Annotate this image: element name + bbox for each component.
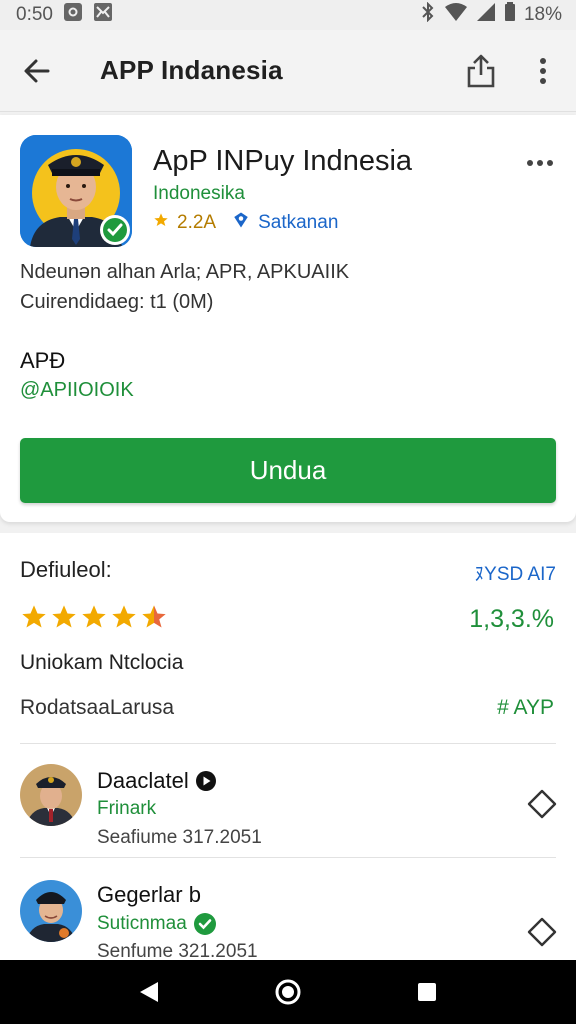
app-name: ApP INPuy Indnesia bbox=[153, 145, 413, 177]
battery-icon bbox=[504, 2, 516, 28]
wifi-icon bbox=[444, 2, 468, 28]
ratings-section: Defiuleol: ﾇYSD AI7 1,3,3.% Uniokam Ntcl… bbox=[0, 533, 576, 962]
item-name-text: Gegerlar b bbox=[97, 882, 201, 907]
page-title: APP Indanesia bbox=[100, 55, 283, 85]
item-action-button[interactable] bbox=[522, 784, 562, 824]
apk-title: APĐ bbox=[20, 348, 66, 373]
star-icon bbox=[112, 605, 136, 628]
divider bbox=[20, 743, 556, 744]
nav-home-button[interactable] bbox=[258, 962, 318, 1022]
signal-icon bbox=[476, 2, 496, 28]
officer-portrait-icon bbox=[20, 135, 132, 247]
avatar bbox=[20, 880, 82, 942]
verified-badge-icon bbox=[232, 211, 250, 235]
verified-label[interactable]: Satkanan bbox=[258, 212, 338, 234]
more-vert-icon bbox=[540, 58, 546, 84]
rating-value: 2.2A bbox=[177, 212, 217, 233]
star-icon bbox=[82, 605, 106, 628]
square-recents-icon bbox=[417, 983, 436, 1001]
app-developer-link[interactable]: Indonesika bbox=[153, 183, 245, 205]
item-status-text: Suticnmaa bbox=[97, 913, 187, 934]
share-button[interactable] bbox=[460, 48, 502, 94]
star-icon bbox=[153, 212, 169, 234]
divider bbox=[20, 857, 556, 858]
section-link[interactable]: ﾇYSD AI7 bbox=[475, 559, 556, 586]
bluetooth-icon bbox=[420, 1, 436, 28]
section-title: Defiuleol: bbox=[20, 557, 112, 582]
status-bar: 0:50 18% bbox=[0, 0, 576, 30]
arrow-back-icon bbox=[24, 59, 50, 82]
nav-back-button[interactable] bbox=[119, 962, 179, 1022]
circle-home-icon bbox=[275, 979, 301, 1005]
list-item[interactable]: Gegerlar b Suticnmaa Senfume 321.2051 bbox=[0, 862, 576, 972]
item-name: Daaclatel bbox=[97, 768, 217, 794]
half-star-icon bbox=[142, 605, 166, 628]
item-date: Seafiume 317.2051 bbox=[97, 827, 262, 848]
app-bar: APP Indanesia bbox=[0, 30, 576, 112]
app-info-card: ApP INPuy Indnesia Indonesika 2.2A Satka… bbox=[0, 115, 576, 522]
item-name-text: Daaclatel bbox=[97, 768, 189, 793]
more-horiz-icon bbox=[527, 160, 553, 166]
item-status: Frinark bbox=[97, 798, 157, 819]
triangle-back-icon bbox=[140, 982, 159, 1002]
card-more-button[interactable] bbox=[520, 151, 560, 175]
app-icon[interactable] bbox=[20, 135, 132, 247]
verified-check-icon bbox=[193, 913, 216, 935]
camera-notification-icon bbox=[63, 2, 83, 28]
list-item[interactable]: Daaclatel Frinark Seafiume 317.2051 bbox=[0, 748, 576, 858]
battery-level: 18% bbox=[523, 4, 562, 25]
share-icon bbox=[467, 54, 495, 88]
item-action-button[interactable] bbox=[522, 912, 562, 952]
rating-percent: 1,3,3.% bbox=[469, 605, 554, 633]
ratings-row-value[interactable]: # AYP bbox=[497, 696, 554, 720]
play-badge-icon bbox=[195, 771, 216, 791]
star-rating bbox=[20, 603, 168, 631]
star-icon bbox=[52, 605, 76, 628]
ratings-subtitle: Uniokam Ntclocia bbox=[20, 651, 184, 674]
diamond-icon bbox=[527, 789, 557, 819]
nav-recents-button[interactable] bbox=[397, 962, 457, 1022]
diamond-icon bbox=[527, 917, 557, 947]
item-name: Gegerlar b bbox=[97, 882, 201, 908]
ratings-row-label: RodatsaaLarusa bbox=[20, 696, 175, 719]
download-button[interactable]: Undua bbox=[20, 438, 556, 503]
apk-handle-link[interactable]: @APIIOIOIK bbox=[20, 379, 134, 402]
mail-notification-icon bbox=[93, 2, 113, 28]
star-icon bbox=[22, 605, 46, 628]
navigation-bar bbox=[0, 960, 576, 1024]
description-line-1: Ndeunən alhan Arla; APR, APKUAIIK bbox=[20, 261, 350, 283]
status-time: 0:50 bbox=[16, 4, 53, 25]
description-line-2: Cuirendidaeg: t1 (0M) bbox=[20, 291, 214, 313]
item-status: Suticnmaa bbox=[97, 912, 217, 936]
back-button[interactable] bbox=[0, 30, 74, 112]
app-meta: 2.2A Satkanan bbox=[153, 211, 338, 235]
avatar bbox=[20, 764, 82, 826]
more-options-button[interactable] bbox=[524, 48, 562, 94]
